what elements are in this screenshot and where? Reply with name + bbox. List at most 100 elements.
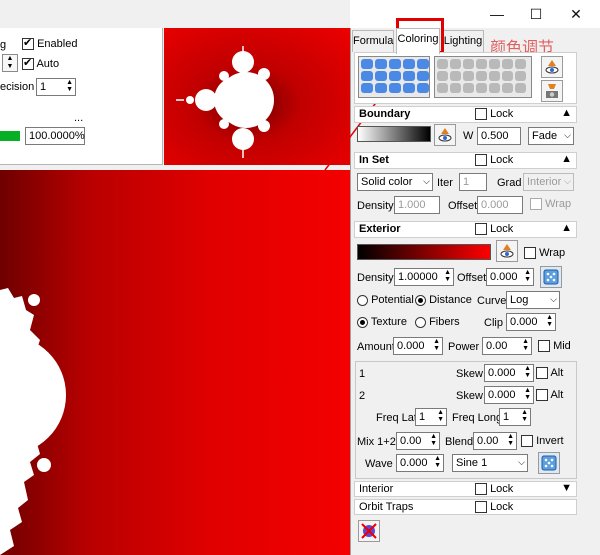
spinner-icon[interactable]: ▲ ▼ xyxy=(522,338,529,352)
clip-input[interactable]: 0.000 ▲ ▼ xyxy=(506,313,556,331)
progress-value: 100.0000% xyxy=(25,127,85,145)
in-set-method-select[interactable]: Solid color ⌵ xyxy=(357,173,433,191)
in-set-offset-input[interactable]: 0.000 xyxy=(477,196,523,214)
spinner-icon[interactable]: ▲ ▼ xyxy=(524,387,531,401)
fibers-radio[interactable]: Fibers xyxy=(415,316,460,328)
tab-lighting[interactable]: Lighting xyxy=(442,30,484,52)
mid-checkbox[interactable]: Mid xyxy=(538,340,571,353)
auto-checkbox[interactable]: Auto xyxy=(22,56,59,71)
freq-long-input[interactable]: 1 ▲ ▼ xyxy=(499,408,531,426)
spinner-icon[interactable]: ▲ ▼ xyxy=(444,269,451,283)
in-set-density-label: Density xyxy=(357,200,394,212)
spinner-icon[interactable]: ▲ ▼ xyxy=(430,433,437,447)
skew1-input[interactable]: 0.000 ▲ ▼ xyxy=(484,364,534,382)
precision-spinner-icon[interactable]: ▲ ▼ xyxy=(66,79,73,93)
mix-value: 0.00 xyxy=(400,435,422,447)
curve-label: Curve xyxy=(477,295,507,307)
in-set-lock[interactable]: Lock xyxy=(475,154,513,167)
orbit-trap-icon[interactable] xyxy=(358,520,380,542)
wave-dice-icon[interactable] xyxy=(538,452,560,474)
stepper[interactable]: ▲ ▼ xyxy=(2,54,18,72)
spinner-icon[interactable]: ▲ ▼ xyxy=(524,269,531,283)
tab-coloring[interactable]: Coloring xyxy=(396,28,440,54)
alt-check-icon xyxy=(536,389,548,402)
collapse-up-icon[interactable]: ▲ xyxy=(561,222,572,234)
spinner-icon[interactable]: ▲ ▼ xyxy=(521,409,528,423)
palette-blue[interactable] xyxy=(358,56,430,98)
boundary-color-icon[interactable] xyxy=(434,124,456,146)
tab-formula[interactable]: Formula xyxy=(352,30,394,52)
maximize-button[interactable]: ☐ xyxy=(516,2,556,26)
left-area: g ▲▼ Enabled Auto ecision 1 ▲▼ ... 100.0… xyxy=(0,0,350,555)
freq-lat-input[interactable]: 1 ▲ ▼ xyxy=(415,408,447,426)
spinner-icon[interactable]: ▲ ▼ xyxy=(433,338,440,352)
palette-camera-icon[interactable] xyxy=(541,80,563,102)
boundary-lock[interactable]: Lock xyxy=(475,108,513,121)
alt-label: Alt xyxy=(550,367,564,379)
mix-label: Mix 1+2 xyxy=(357,436,396,448)
invert-checkbox[interactable]: Invert xyxy=(521,435,564,448)
enabled-checkbox[interactable]: Enabled xyxy=(22,36,77,51)
in-set-wrap-checkbox[interactable]: Wrap xyxy=(530,198,571,211)
skew2-input[interactable]: 0.000 ▲ ▼ xyxy=(484,386,534,404)
fractal-main-view[interactable] xyxy=(0,170,350,555)
blend-input[interactable]: 0.00 ▲ ▼ xyxy=(473,432,517,450)
interior-header[interactable]: Interior Lock ▼ xyxy=(354,481,577,497)
exterior-gradient[interactable] xyxy=(357,244,491,260)
spinner-icon[interactable]: ▲ ▼ xyxy=(524,365,531,379)
collapse-up-icon[interactable]: ▲ xyxy=(561,153,572,165)
spinner-icon[interactable]: ▲ ▼ xyxy=(507,433,514,447)
in-set-density-input[interactable]: 1.000 xyxy=(394,196,440,214)
collapse-up-icon[interactable]: ▲ xyxy=(561,107,572,119)
exterior-lock[interactable]: Lock xyxy=(475,223,513,236)
in-set-density-value: 1.000 xyxy=(398,199,426,211)
alt-label: Alt xyxy=(550,389,564,401)
randomize-dice-icon[interactable] xyxy=(540,266,562,288)
exterior-color-icon[interactable] xyxy=(496,240,518,262)
wave-input[interactable]: 0.000 ▲ ▼ xyxy=(396,454,444,472)
iter-label: Iter xyxy=(437,177,453,189)
more-button[interactable]: ... xyxy=(74,112,83,124)
amount-label: Amount xyxy=(357,341,395,353)
curve-value: Log xyxy=(510,294,529,306)
spinner-icon[interactable]: ▲ ▼ xyxy=(434,455,441,469)
palette-view-icon[interactable] xyxy=(541,56,563,78)
curve-select[interactable]: Log ⌵ xyxy=(506,291,560,309)
orbit-traps-header: Orbit Traps Lock xyxy=(354,499,577,515)
iter-input[interactable]: 1 xyxy=(459,173,487,191)
invert-check-icon xyxy=(521,435,533,448)
freq-long-value: 1 xyxy=(503,411,510,423)
power-input[interactable]: 0.00 ▲ ▼ xyxy=(482,337,532,355)
palette-gray[interactable] xyxy=(434,56,532,98)
spinner-icon[interactable]: ▲ ▼ xyxy=(437,409,444,423)
amount-input[interactable]: 0.000 ▲ ▼ xyxy=(393,337,443,355)
lock-check-icon xyxy=(475,154,487,167)
interior-lock[interactable]: Lock xyxy=(475,483,513,496)
exterior-wrap-checkbox[interactable]: Wrap xyxy=(524,247,565,260)
exterior-offset-input[interactable]: 0.000 ▲ ▼ xyxy=(486,268,534,286)
mix-input[interactable]: 0.00 ▲ ▼ xyxy=(396,432,440,450)
boundary-w-input[interactable]: 0.500 xyxy=(477,127,521,145)
close-button[interactable]: ✕ xyxy=(556,2,596,26)
precision-input[interactable]: 1 ▲ ▼ xyxy=(36,78,76,96)
mandelbrot-main-image xyxy=(0,170,350,555)
skew1-value: 0.000 xyxy=(488,367,516,379)
texture-radio[interactable]: Texture xyxy=(357,316,407,328)
radio-off-icon xyxy=(415,316,426,328)
grad-select[interactable]: Interior ⌵ xyxy=(523,173,574,191)
boundary-header: Boundary Lock ▲ xyxy=(354,106,577,123)
wrap-check-icon xyxy=(524,247,536,260)
potential-radio[interactable]: Potential xyxy=(357,294,414,306)
boundary-gradient[interactable] xyxy=(357,126,431,142)
in-set-method-value: Solid color xyxy=(361,176,413,188)
minimize-button[interactable]: — xyxy=(477,2,517,26)
wave-type-select[interactable]: Sine 1 ⌵ xyxy=(452,454,528,472)
boundary-mode-select[interactable]: Fade ⌵ xyxy=(528,127,574,145)
exterior-density-input[interactable]: 1.00000 ▲ ▼ xyxy=(394,268,454,286)
alt2-checkbox[interactable]: Alt xyxy=(536,389,564,402)
expand-down-icon[interactable]: ▼ xyxy=(561,482,572,494)
distance-radio[interactable]: Distance xyxy=(415,294,472,306)
alt1-checkbox[interactable]: Alt xyxy=(536,367,564,380)
orbit-traps-lock[interactable]: Lock xyxy=(475,501,513,514)
spinner-icon[interactable]: ▲ ▼ xyxy=(546,314,553,328)
